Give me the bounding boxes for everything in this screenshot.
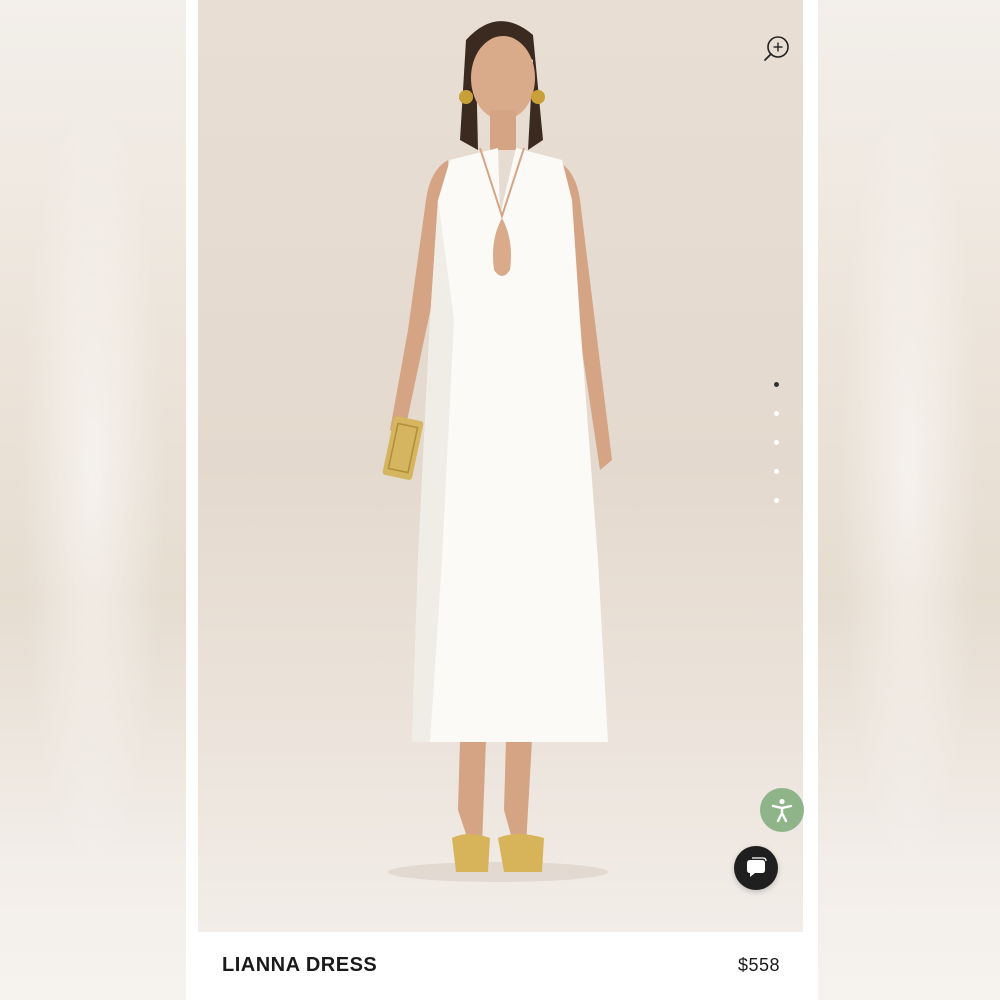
product-name[interactable]: LIANNA DRESS [222,954,377,977]
left-blurred-backdrop [0,0,186,1000]
product-price: $558 [737,955,780,975]
chat-button[interactable] [734,846,778,890]
gallery-dot-1[interactable] [774,382,779,387]
accessibility-button[interactable] [760,788,804,832]
zoom-in-icon [764,36,789,61]
product-card: LIANNA DRESS $558 [186,0,818,1000]
product-image[interactable] [198,0,803,932]
zoom-button[interactable] [762,34,792,64]
product-info-bar: LIANNA DRESS $558 [186,932,818,1000]
gallery-dot-2[interactable] [774,411,779,416]
model-illustration [382,21,612,882]
gallery-dot-3[interactable] [774,440,779,445]
gallery-dot-5[interactable] [774,498,779,503]
gallery-dot-4[interactable] [774,469,779,474]
chat-bubble-icon [747,857,767,877]
accessibility-icon [771,798,793,823]
right-blurred-backdrop [818,0,1000,1000]
gallery-pagination [772,380,782,510]
